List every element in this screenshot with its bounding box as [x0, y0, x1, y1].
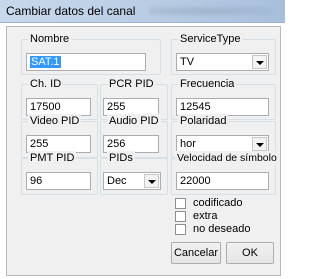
blurred-title-text [148, 7, 273, 15]
chevron-down-icon[interactable] [252, 55, 267, 69]
pmt-pid-value: 96 [30, 175, 43, 187]
extra-checkbox[interactable] [175, 211, 186, 222]
label-pcr-pid: PCR PID [107, 77, 156, 91]
label-ch-id: Ch. ID [28, 77, 64, 91]
cancel-button[interactable]: Cancelar [171, 242, 221, 264]
pcr-pid-value: 255 [107, 101, 126, 113]
window-title: Cambiar datos del canal [6, 4, 136, 18]
polaridad-value: hor [180, 138, 196, 150]
extra-label: extra [193, 210, 218, 222]
label-nombre: Nombre [28, 32, 72, 46]
no-deseado-checkbox[interactable] [175, 224, 186, 235]
no-deseado-label: no deseado [193, 223, 251, 235]
audio-pid-value: 256 [107, 138, 126, 150]
pids-select[interactable]: Dec [103, 172, 161, 190]
chevron-down-icon[interactable] [144, 174, 159, 188]
label-audio-pid: Audio PID [107, 114, 161, 128]
nombre-value: SAT.1 [30, 56, 61, 68]
velocidad-value: 22000 [180, 175, 211, 187]
ch-id-value: 17500 [30, 101, 61, 113]
chevron-down-icon[interactable] [252, 137, 267, 151]
label-velocidad: Velocidad de símbolo [175, 151, 279, 165]
pids-value: Dec [107, 175, 127, 187]
label-service-type: ServiceType [178, 32, 243, 46]
label-frecuencia: Frecuencia [178, 77, 237, 91]
dialog-body: Nombre SAT.1 ServiceType TV Ch. ID 17500… [6, 26, 281, 276]
frecuencia-value: 12545 [180, 101, 211, 113]
service-type-select[interactable]: TV [176, 53, 269, 71]
nombre-input[interactable]: SAT.1 [26, 53, 146, 71]
codificado-label: codificado [193, 197, 243, 209]
label-polaridad: Polaridad [178, 114, 229, 128]
velocidad-input[interactable]: 22000 [176, 172, 269, 190]
service-type-value: TV [180, 56, 195, 68]
title-bar: Cambiar datos del canal [0, 0, 285, 23]
label-pmt-pid: PMT PID [28, 151, 77, 165]
label-video-pid: Video PID [28, 114, 82, 128]
label-pids: PIDs [107, 151, 135, 165]
pmt-pid-input[interactable]: 96 [26, 172, 91, 190]
codificado-checkbox[interactable] [175, 198, 186, 209]
video-pid-value: 255 [30, 138, 49, 150]
ok-button[interactable]: OK [226, 242, 274, 264]
